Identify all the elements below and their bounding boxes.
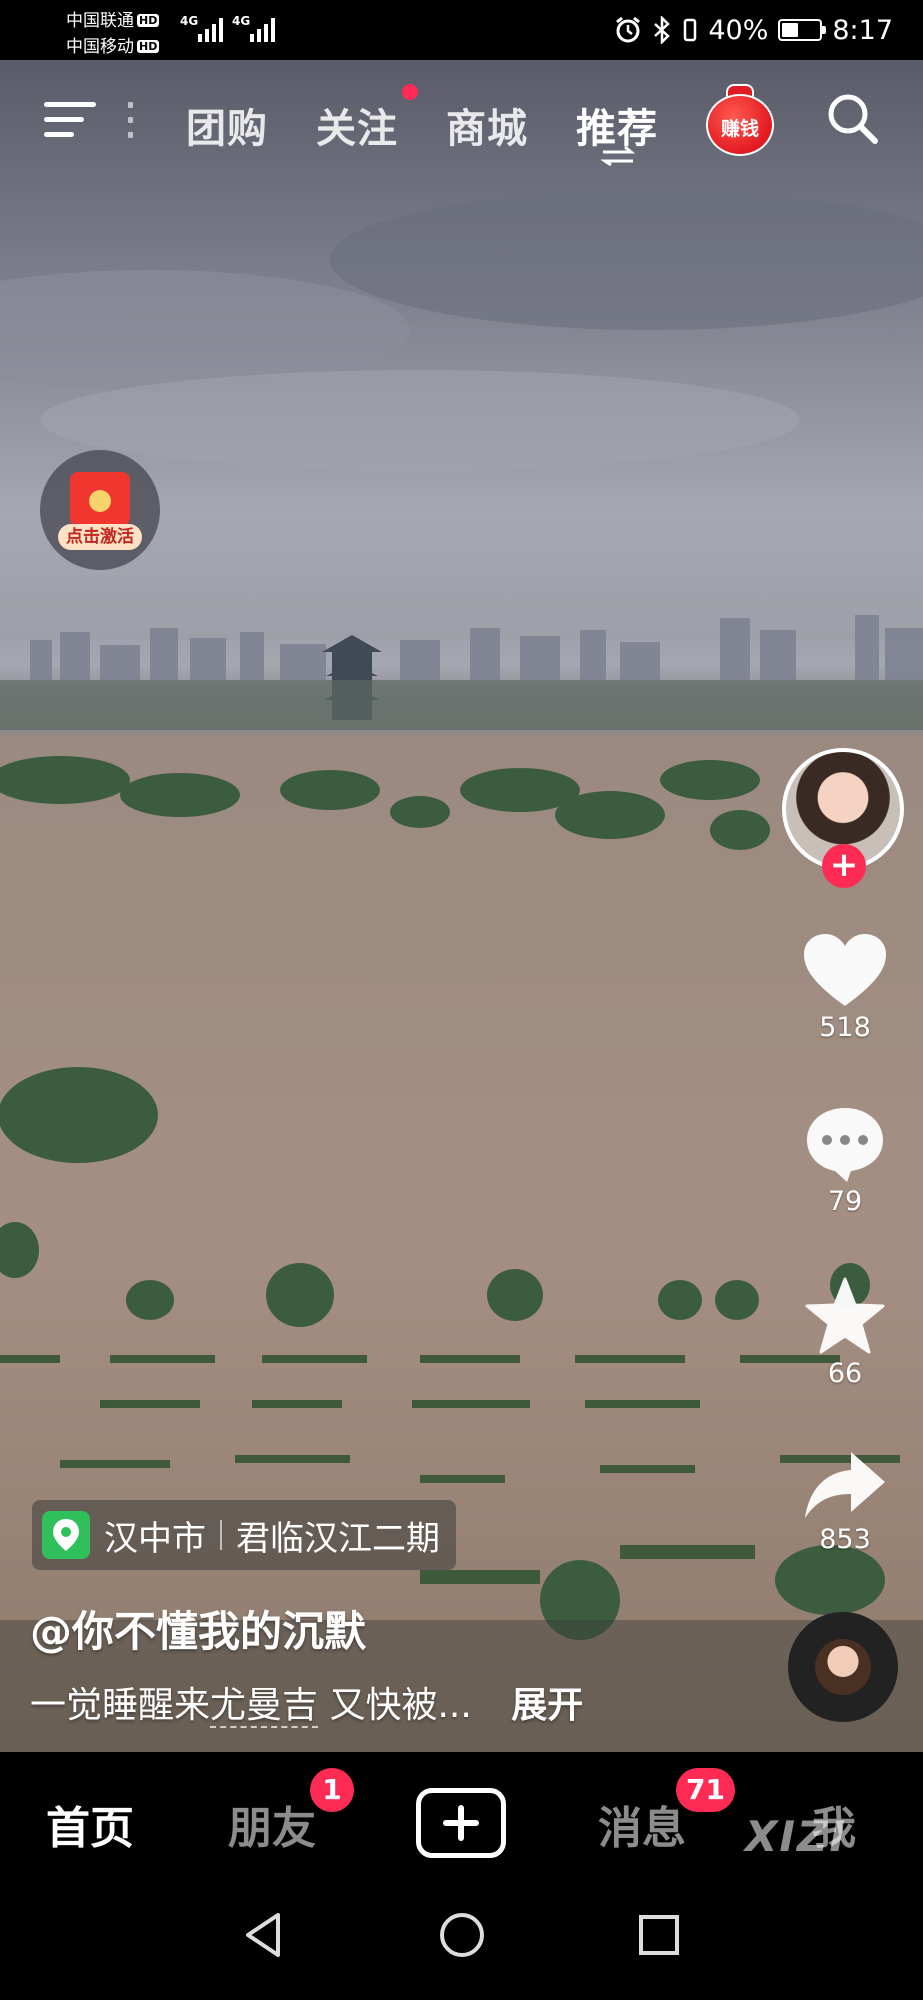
share-count: 853	[819, 1524, 871, 1555]
nav-divider	[128, 102, 134, 138]
menu-icon[interactable]	[44, 100, 96, 140]
location-tag[interactable]: 汉中市 君临汉江二期	[32, 1500, 456, 1570]
top-nav: 团购 关注 商城 推荐 赚钱	[0, 60, 923, 180]
red-packet-widget[interactable]: 点击激活	[40, 450, 160, 570]
vibrate-icon	[684, 18, 697, 42]
description-tail: 又快被...	[329, 1685, 472, 1726]
video-description[interactable]: 一觉睡醒来尤曼吉 又快被... 展开	[30, 1676, 583, 1728]
network-type-1: 4G	[180, 14, 199, 28]
follow-button[interactable]: +	[822, 844, 866, 888]
system-nav-bar	[0, 1872, 923, 2000]
battery-percent: 40%	[708, 14, 769, 46]
like-count: 518	[819, 1012, 871, 1043]
tab-group-buy[interactable]: 团购	[186, 96, 268, 154]
comment-icon	[807, 1108, 883, 1182]
share-arrow-icon	[805, 1452, 885, 1518]
comment-count: 79	[827, 1186, 863, 1217]
heart-icon	[804, 934, 886, 1006]
bottom-tab-bar: 首页 朋友 1 消息 71 我 XIZI	[0, 1752, 923, 1872]
bluetooth-icon	[654, 16, 671, 44]
friends-badge: 1	[310, 1768, 354, 1812]
video-background[interactable]	[0, 0, 923, 1752]
tab-messages[interactable]: 消息	[598, 1792, 686, 1856]
author-name[interactable]: @你不懂我的沉默	[30, 1598, 366, 1659]
comment-action[interactable]: 79	[790, 1104, 900, 1217]
share-action[interactable]: 853	[790, 1448, 900, 1555]
signal-icon-2	[250, 18, 275, 42]
tab-following[interactable]: 关注	[316, 96, 398, 154]
messages-badge: 71	[676, 1768, 735, 1812]
create-post-button[interactable]	[416, 1788, 506, 1858]
tab-mall[interactable]: 商城	[446, 96, 528, 154]
signal-icon	[198, 18, 223, 42]
favorite-count: 66	[827, 1358, 863, 1389]
location-pin-icon	[42, 1511, 90, 1559]
following-new-dot	[402, 84, 418, 100]
description-mention[interactable]: 尤曼吉	[210, 1685, 319, 1728]
search-icon[interactable]	[824, 90, 880, 146]
clock: 8:17	[832, 14, 893, 46]
tab-friends[interactable]: 朋友	[228, 1792, 316, 1856]
expand-button[interactable]: 展开	[511, 1685, 583, 1726]
home-icon[interactable]	[438, 1910, 486, 1960]
location-city: 汉中市	[104, 1518, 206, 1559]
carrier-2: 中国移动 HD	[66, 37, 160, 57]
author-avatar-wrap: +	[782, 748, 904, 888]
location-place: 君临汉江二期	[236, 1518, 440, 1559]
favorite-action[interactable]: 66	[790, 1276, 900, 1389]
swap-arrows-icon	[601, 146, 635, 166]
recents-icon[interactable]	[636, 1910, 682, 1960]
flood-scene-illustration	[0, 0, 923, 1752]
music-cover	[815, 1639, 871, 1695]
battery-icon	[778, 19, 827, 41]
earn-money-button[interactable]: 赚钱	[706, 84, 774, 156]
like-action[interactable]: 518	[790, 932, 900, 1043]
music-disc[interactable]	[788, 1612, 898, 1722]
status-right: 40% 8:17	[614, 12, 893, 48]
back-icon[interactable]	[240, 1910, 286, 1960]
alarm-icon	[616, 16, 641, 43]
location-separator	[220, 1520, 222, 1550]
star-icon	[805, 1277, 885, 1354]
description-text: 一觉睡醒来	[30, 1685, 211, 1726]
watermark: XIZI	[745, 1812, 848, 1861]
tab-home[interactable]: 首页	[46, 1792, 134, 1856]
red-packet-label: 点击激活	[58, 524, 142, 550]
status-bar: 中国联通 HD 中国移动 HD 4G 4G 40% 8:17	[0, 0, 923, 60]
network-type-2: 4G	[232, 14, 251, 28]
earn-label: 赚钱	[720, 118, 759, 140]
carrier-1: 中国联通 HD	[66, 11, 160, 31]
